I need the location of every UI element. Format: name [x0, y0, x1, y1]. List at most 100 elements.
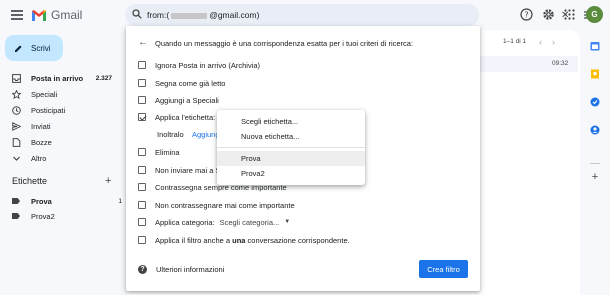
- compose-button[interactable]: Scrivi: [5, 35, 63, 61]
- label-dropdown-menu: Scegli etichetta... Nuova etichetta... P…: [217, 110, 365, 185]
- labels-heading: Etichette: [12, 176, 48, 186]
- sidebar-item-label: Posta in arrivo: [31, 73, 84, 83]
- sidebar-nav: Posta in arrivo 2.327 Speciali Posticipa…: [0, 70, 120, 166]
- option-label: Segna come già letto: [155, 78, 226, 88]
- tasks-icon[interactable]: [590, 97, 600, 107]
- menu-item-choose-label[interactable]: Scegli etichetta...: [217, 114, 365, 129]
- search-suffix: @gmail.com): [209, 10, 260, 20]
- option-label: Elimina: [155, 147, 180, 157]
- menu-item-label-prova[interactable]: Prova: [217, 151, 365, 166]
- gmail-logo[interactable]: Gmail: [31, 8, 82, 22]
- menu-divider: [217, 147, 365, 148]
- star-icon: [12, 89, 21, 99]
- checkbox[interactable]: [138, 218, 146, 226]
- compose-label: Scrivi: [31, 43, 51, 53]
- sidebar-label-prova[interactable]: Prova 1: [12, 194, 122, 208]
- label-tag-icon: [12, 213, 20, 219]
- sidebar-label-prova2[interactable]: Prova2: [12, 209, 55, 223]
- add-label-icon[interactable]: +: [105, 175, 111, 187]
- option-label-pre: Applica il filtro anche a: [155, 235, 233, 245]
- sidebar-item-drafts[interactable]: Bozze: [0, 134, 120, 150]
- checkbox[interactable]: [138, 236, 146, 244]
- sidebar-item-label: Altro: [31, 153, 47, 163]
- search-input[interactable]: from:( @gmail.com): [147, 10, 259, 20]
- dialog-title: Quando un messaggio è una corrispondenza…: [155, 39, 414, 48]
- draft-icon: [12, 137, 21, 147]
- caret-down-icon: ▼: [284, 219, 291, 225]
- sidebar-item-label: Inviati: [31, 121, 51, 131]
- email-time: 09:32: [552, 60, 569, 67]
- checkbox[interactable]: [138, 96, 146, 104]
- send-icon: [12, 121, 21, 131]
- pencil-icon: [15, 45, 22, 52]
- app-name: Gmail: [51, 8, 83, 22]
- info-label: Ulteriori informazioni: [156, 265, 225, 274]
- checkbox[interactable]: [138, 166, 146, 174]
- sidebar-item-label: Posticipati: [31, 105, 66, 115]
- menu-item-label-prova2[interactable]: Prova2: [217, 166, 365, 181]
- checkbox[interactable]: [138, 183, 146, 191]
- settings-icon[interactable]: [542, 8, 555, 21]
- option-never-important[interactable]: Non contrassegnare mai come importante: [138, 199, 295, 211]
- checkbox[interactable]: [138, 61, 146, 69]
- option-label: Applica l'etichetta:: [155, 112, 216, 122]
- search-bar[interactable]: from:(@gmail.com) ✕: [125, 4, 595, 26]
- calendar-icon[interactable]: [590, 41, 600, 51]
- option-star[interactable]: Aggiungi a Speciali: [138, 94, 219, 106]
- sidebar-item-starred[interactable]: Speciali: [0, 86, 120, 102]
- sidebar-item-inbox[interactable]: Posta in arrivo 2.327: [0, 70, 120, 86]
- sidebar-item-label: Bozze: [31, 137, 52, 147]
- unread-count: 2.327: [95, 74, 112, 82]
- option-label: Aggiungi a Speciali: [155, 95, 219, 105]
- more-info-link[interactable]: ? Ulteriori informazioni: [138, 265, 224, 274]
- option-label: Applica il filtro anche a una conversazi…: [155, 236, 350, 245]
- clock-icon: [12, 105, 21, 115]
- option-delete[interactable]: Elimina: [138, 146, 180, 158]
- pagination-text: 1–1 di 1: [503, 38, 527, 45]
- checkbox-checked[interactable]: [138, 113, 146, 121]
- gmail-m-icon: [32, 10, 46, 21]
- option-mark-read[interactable]: Segna come già letto: [138, 77, 225, 89]
- category-select[interactable]: Scegli categoria... ▼: [220, 218, 291, 227]
- search-icon[interactable]: [132, 9, 142, 19]
- keep-icon[interactable]: [590, 69, 600, 79]
- sidebar-item-snoozed[interactable]: Posticipati: [0, 102, 120, 118]
- menu-icon[interactable]: [11, 10, 23, 20]
- label-count: 1: [118, 197, 122, 205]
- help-circle-icon: ?: [138, 265, 147, 274]
- sidebar-item-label: Speciali: [31, 89, 58, 99]
- pager-arrows[interactable]: ‹›: [539, 37, 565, 47]
- create-filter-button[interactable]: Crea filtro: [419, 260, 468, 278]
- side-panel-divider: [590, 163, 600, 164]
- option-apply-existing[interactable]: Applica il filtro anche a una conversazi…: [138, 234, 350, 246]
- redacted-block: [171, 12, 208, 19]
- inbox-icon: [12, 73, 21, 83]
- checkbox[interactable]: [138, 201, 146, 209]
- search-prefix: from:(: [147, 10, 170, 20]
- option-label: Applica categoria:: [155, 217, 215, 227]
- menu-item-new-label[interactable]: Nuova etichetta...: [217, 129, 365, 144]
- apps-grid-icon[interactable]: [563, 8, 576, 21]
- svg-text:?: ?: [524, 10, 528, 19]
- option-categorize[interactable]: Applica categoria: Scegli categoria... ▼: [138, 216, 290, 228]
- option-label-bold: una: [232, 235, 246, 245]
- label-name: Prova2: [31, 211, 55, 221]
- category-select-value: Scegli categoria...: [219, 217, 280, 227]
- contacts-icon[interactable]: [590, 125, 600, 135]
- option-label: Ignora Posta in arrivo (Archivia): [155, 60, 261, 70]
- help-icon[interactable]: ?: [520, 8, 533, 21]
- back-arrow-icon[interactable]: ←: [138, 37, 148, 48]
- forward-label: Inoltralo: [157, 130, 184, 139]
- checkbox[interactable]: [138, 79, 146, 87]
- avatar[interactable]: G: [586, 6, 603, 23]
- sidebar-item-more[interactable]: Altro: [0, 150, 120, 166]
- option-label-post: conversazione corrispondente.: [245, 235, 350, 245]
- label-name: Prova: [31, 196, 52, 206]
- add-addon-icon[interactable]: +: [590, 172, 600, 183]
- option-apply-label[interactable]: Applica l'etichetta:: [138, 111, 215, 123]
- chevron-down-icon: [13, 156, 20, 161]
- option-label: Non contrassegnare mai come importante: [155, 200, 295, 210]
- option-archive[interactable]: Ignora Posta in arrivo (Archivia): [138, 59, 260, 71]
- checkbox[interactable]: [138, 148, 146, 156]
- sidebar-item-sent[interactable]: Inviati: [0, 118, 120, 134]
